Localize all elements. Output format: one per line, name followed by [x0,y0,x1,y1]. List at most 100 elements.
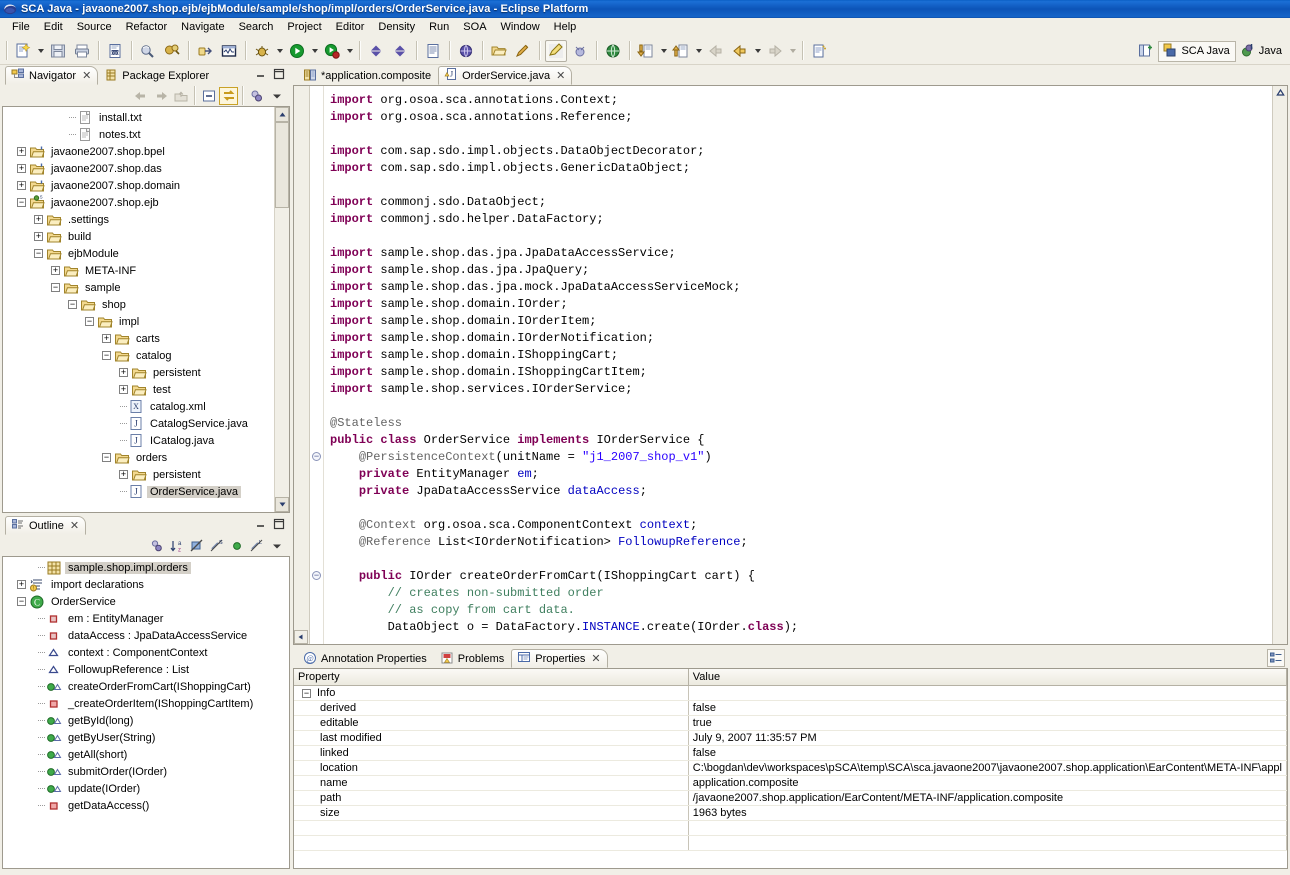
close-icon[interactable]: ✕ [82,69,91,82]
table-row[interactable]: linked false [294,745,1287,761]
globe-icon[interactable] [455,40,477,62]
forward-icon[interactable] [764,40,786,62]
code-line[interactable]: import org.osoa.sca.annotations.Context; [330,92,1272,109]
navigator-vertical-scrollbar[interactable] [274,107,289,512]
spell-icon[interactable] [569,40,591,62]
table-row[interactable]: last modified July 9, 2007 11:35:57 PM [294,730,1287,746]
debug-dropdown-icon[interactable] [274,40,285,62]
menu-soa[interactable]: SOA [456,20,493,35]
back-dropdown-icon[interactable] [752,40,763,62]
menu-navigate[interactable]: Navigate [174,20,231,35]
code-line[interactable]: import sample.shop.das.jpa.JpaDataAccess… [330,245,1272,262]
expander-minus[interactable]: − [51,283,60,292]
new-dropdown-icon[interactable] [35,40,46,62]
code-line[interactable]: import sample.shop.services.IOrderServic… [330,381,1272,398]
code-line[interactable] [330,177,1272,194]
tree-item[interactable]: getByUser(String) [3,729,289,746]
menu-search[interactable]: Search [232,20,281,35]
collapse-all-icon[interactable] [199,87,218,105]
editor-overview-ruler[interactable] [1272,86,1287,644]
code-line[interactable]: @Reference List<IOrderNotification> Foll… [330,534,1272,551]
code-line[interactable]: import sample.shop.domain.IOrder; [330,296,1272,313]
tree-item[interactable]: em : EntityManager [3,610,289,627]
expander-minus[interactable]: − [17,597,26,606]
column-value[interactable]: Value [688,669,1287,686]
tab-package-explorer[interactable]: Package Explorer [98,66,216,85]
tab-navigator[interactable]: Navigator ✕ [5,66,99,85]
forward-dropdown-icon[interactable] [787,40,798,62]
forward-icon[interactable] [151,87,170,105]
hide-local-types-icon[interactable]: L [247,537,266,555]
tree-item[interactable]: _createOrderItem(IShoppingCartItem) [3,695,289,712]
annotation-icon[interactable] [194,40,216,62]
code-line[interactable]: import com.sap.sdo.impl.objects.GenericD… [330,160,1272,177]
navigator-view-toolbar[interactable] [2,85,290,106]
expander-plus[interactable]: + [51,266,60,275]
console-icon[interactable] [218,40,240,62]
debug-icon[interactable] [251,40,273,62]
back-icon[interactable] [705,40,727,62]
tree-item[interactable]: + carts [3,330,289,347]
table-row-empty[interactable] [294,835,1287,851]
code-line[interactable]: public IOrder createOrderFromCart(IShopp… [330,568,1272,585]
code-line[interactable]: // creates non-submitted order [330,585,1272,602]
code-line[interactable]: @Stateless [330,415,1272,432]
tree-item[interactable]: − C OrderService [3,593,289,610]
filters-icon[interactable] [247,87,266,105]
expander-plus[interactable]: + [119,368,128,377]
tree-item[interactable]: − sample [3,279,289,296]
close-icon[interactable]: ✕ [556,69,565,82]
search-icon[interactable] [137,40,159,62]
code-line[interactable]: import sample.shop.das.jpa.mock.JpaDataA… [330,279,1272,296]
code-line[interactable]: import commonj.sdo.DataObject; [330,194,1272,211]
expander-minus[interactable]: − [68,300,77,309]
scroll-down-button[interactable] [275,497,289,512]
tree-item[interactable]: + javaone2007.shop.bpel [3,143,289,160]
tree-item[interactable]: +! import declarations [3,576,289,593]
editor-left-ruler[interactable] [294,86,310,644]
overview-up-arrow[interactable] [1275,88,1286,99]
back-yellow-icon[interactable] [729,40,751,62]
outline-tree[interactable]: sample.shop.impl.orders +! import declarat… [3,557,289,814]
tree-item[interactable]: − 5 javaone2007.shop.ejb [3,194,289,211]
outline-tab-bar[interactable]: Outline ✕ [2,515,290,535]
toggle-mark-occurrences-icon[interactable] [808,40,830,62]
expander-plus[interactable]: + [17,147,26,156]
new-wizard-icon[interactable] [12,40,34,62]
open-folder-icon[interactable] [488,40,510,62]
table-row-group[interactable]: − Info [294,685,1287,701]
run-dropdown-icon[interactable] [309,40,320,62]
menu-window[interactable]: Window [494,20,547,35]
code-line[interactable]: import com.sap.sdo.impl.objects.DataObje… [330,143,1272,160]
next-annotation-icon[interactable] [365,40,387,62]
code-line[interactable]: @PersistenceContext(unitName = "j1_2007_… [330,449,1272,466]
code-line[interactable] [330,551,1272,568]
code-line[interactable]: DataObject o = DataFactory.INSTANCE.crea… [330,619,1272,636]
sort-alphabetically-icon[interactable]: az [167,537,186,555]
tree-item[interactable]: J ICatalog.java [3,432,289,449]
navigator-tree[interactable]: install.txt notes.txt + javaone2007.shop.bp… [3,107,289,500]
hide-fields-icon[interactable] [187,537,206,555]
tab-annotation-properties[interactable]: @ Annotation Properties [297,649,434,668]
code-line[interactable]: import sample.shop.domain.IShoppingCart; [330,347,1272,364]
fold-toggle-icon[interactable]: − [312,452,321,461]
tree-item[interactable]: − catalog [3,347,289,364]
tree-item[interactable]: getDataAccess() [3,797,289,814]
code-line[interactable]: import sample.shop.das.jpa.JpaQuery; [330,262,1272,279]
expander-minus[interactable]: − [302,688,311,698]
open-task-icon[interactable] [161,40,183,62]
table-row[interactable]: editable true [294,715,1287,731]
editor-source-text[interactable]: import org.osoa.sca.annotations.Context;… [324,86,1272,644]
table-row[interactable]: path/javaone2007.shop.application/EarCon… [294,790,1287,806]
run-external-tools-icon[interactable] [321,40,343,62]
menu-project[interactable]: Project [280,20,328,35]
view-menu-icon[interactable] [267,87,286,105]
editor-tab-bar[interactable]: *application.composite J OrderService.ja… [293,65,1288,85]
tree-item[interactable]: J OrderService.java [3,483,289,500]
tree-item[interactable]: − impl [3,313,289,330]
menu-editor[interactable]: Editor [329,20,372,35]
menu-source[interactable]: Source [70,20,119,35]
expander-minus[interactable]: − [34,249,43,258]
tree-item[interactable]: − shop [3,296,289,313]
open-type-icon[interactable] [422,40,444,62]
